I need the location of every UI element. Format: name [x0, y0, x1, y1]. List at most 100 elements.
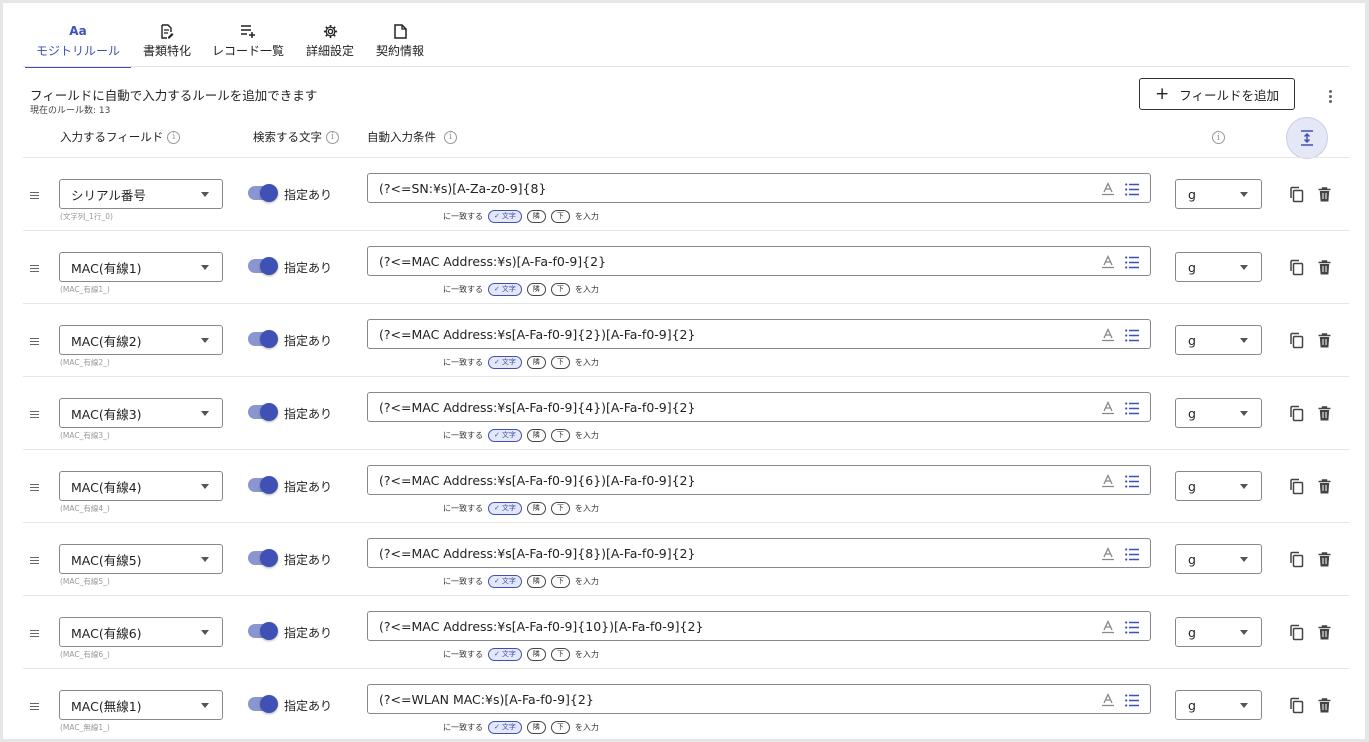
delete-icon[interactable]	[1315, 184, 1333, 204]
chip-below[interactable]: 下	[550, 428, 570, 442]
text-format-icon[interactable]	[1100, 254, 1116, 270]
regex-condition-input[interactable]: (?<=MAC Address:¥s)[A-Fa-f0-9]{2}	[367, 246, 1151, 276]
chip-text[interactable]: ✓ 文字	[488, 574, 522, 588]
text-format-icon[interactable]	[1100, 619, 1116, 635]
drag-handle-icon[interactable]	[30, 703, 39, 710]
drag-handle-icon[interactable]	[30, 411, 39, 418]
flag-select[interactable]: g	[1175, 252, 1262, 282]
chip-adjacent[interactable]: 隣	[526, 355, 546, 369]
search-text-toggle[interactable]	[248, 330, 278, 348]
copy-icon[interactable]	[1287, 695, 1305, 715]
flag-select[interactable]: g	[1175, 471, 1262, 501]
flag-select[interactable]: g	[1175, 544, 1262, 574]
field-select[interactable]: MAC(有線4)	[59, 471, 223, 501]
list-icon[interactable]	[1124, 400, 1140, 416]
field-select[interactable]: MAC(有線1)	[59, 252, 223, 282]
text-format-icon[interactable]	[1100, 473, 1116, 489]
info-icon[interactable]: i	[1212, 131, 1225, 144]
text-format-icon[interactable]	[1100, 181, 1116, 197]
chip-below[interactable]: 下	[550, 209, 570, 223]
chip-adjacent[interactable]: 隣	[526, 720, 546, 734]
drag-handle-icon[interactable]	[30, 338, 39, 345]
chip-below[interactable]: 下	[550, 282, 570, 296]
delete-icon[interactable]	[1315, 549, 1333, 569]
copy-icon[interactable]	[1287, 257, 1305, 277]
chip-below[interactable]: 下	[550, 574, 570, 588]
chip-text[interactable]: ✓ 文字	[488, 647, 522, 661]
chip-below[interactable]: 下	[550, 501, 570, 515]
flag-select[interactable]: g	[1175, 398, 1262, 428]
regex-condition-input[interactable]: (?<=MAC Address:¥s[A-Fa-f0-9]{8})[A-Fa-f…	[367, 538, 1151, 568]
drag-handle-icon[interactable]	[30, 192, 39, 199]
expand-rows-button[interactable]	[1286, 117, 1328, 159]
copy-icon[interactable]	[1287, 549, 1305, 569]
chip-adjacent[interactable]: 隣	[526, 209, 546, 223]
tab-record-list[interactable]: レコード一覧	[211, 23, 285, 67]
field-select[interactable]: シリアル番号	[59, 179, 223, 209]
chip-text[interactable]: ✓ 文字	[488, 720, 522, 734]
regex-condition-input[interactable]: (?<=MAC Address:¥s[A-Fa-f0-9]{4})[A-Fa-f…	[367, 392, 1151, 422]
chip-text[interactable]: ✓ 文字	[488, 282, 522, 296]
text-format-icon[interactable]	[1100, 400, 1116, 416]
drag-handle-icon[interactable]	[30, 265, 39, 272]
field-select[interactable]: MAC(無線1)	[59, 690, 223, 720]
chip-adjacent[interactable]: 隣	[526, 282, 546, 296]
chip-adjacent[interactable]: 隣	[526, 647, 546, 661]
list-icon[interactable]	[1124, 327, 1140, 343]
copy-icon[interactable]	[1287, 403, 1305, 423]
list-icon[interactable]	[1124, 181, 1140, 197]
chip-text[interactable]: ✓ 文字	[488, 209, 522, 223]
copy-icon[interactable]	[1287, 184, 1305, 204]
tab-detail-settings[interactable]: 詳細設定	[305, 23, 355, 67]
list-icon[interactable]	[1124, 619, 1140, 635]
field-select[interactable]: MAC(有線3)	[59, 398, 223, 428]
add-field-button[interactable]: + フィールドを追加	[1139, 78, 1295, 110]
search-text-toggle[interactable]	[248, 622, 278, 640]
chip-adjacent[interactable]: 隣	[526, 428, 546, 442]
tab-mojitori-rules[interactable]: Aa モジトリルール	[25, 23, 131, 67]
chip-text[interactable]: ✓ 文字	[488, 428, 522, 442]
chip-text[interactable]: ✓ 文字	[488, 355, 522, 369]
delete-icon[interactable]	[1315, 476, 1333, 496]
regex-condition-input[interactable]: (?<=MAC Address:¥s[A-Fa-f0-9]{6})[A-Fa-f…	[367, 465, 1151, 495]
search-text-toggle[interactable]	[248, 695, 278, 713]
copy-icon[interactable]	[1287, 476, 1305, 496]
text-format-icon[interactable]	[1100, 546, 1116, 562]
delete-icon[interactable]	[1315, 257, 1333, 277]
regex-condition-input[interactable]: (?<=SN:¥s)[A-Za-z0-9]{8}	[367, 173, 1151, 203]
text-format-icon[interactable]	[1100, 327, 1116, 343]
flag-select[interactable]: g	[1175, 325, 1262, 355]
delete-icon[interactable]	[1315, 403, 1333, 423]
list-icon[interactable]	[1124, 692, 1140, 708]
drag-handle-icon[interactable]	[30, 630, 39, 637]
field-select[interactable]: MAC(有線6)	[59, 617, 223, 647]
field-select[interactable]: MAC(有線5)	[59, 544, 223, 574]
info-icon[interactable]: i	[167, 130, 181, 144]
search-text-toggle[interactable]	[248, 257, 278, 275]
search-text-toggle[interactable]	[248, 403, 278, 421]
chip-adjacent[interactable]: 隣	[526, 574, 546, 588]
info-icon[interactable]: i	[326, 130, 339, 144]
info-icon[interactable]: i	[444, 130, 457, 144]
search-text-toggle[interactable]	[248, 549, 278, 567]
search-text-toggle[interactable]	[248, 476, 278, 494]
search-text-toggle[interactable]	[248, 184, 278, 202]
text-format-icon[interactable]	[1100, 692, 1116, 708]
copy-icon[interactable]	[1287, 622, 1305, 642]
delete-icon[interactable]	[1315, 622, 1333, 642]
list-icon[interactable]	[1124, 546, 1140, 562]
chip-below[interactable]: 下	[550, 720, 570, 734]
chip-text[interactable]: ✓ 文字	[488, 501, 522, 515]
chip-adjacent[interactable]: 隣	[526, 501, 546, 515]
regex-condition-input[interactable]: (?<=MAC Address:¥s[A-Fa-f0-9]{10})[A-Fa-…	[367, 611, 1151, 641]
tab-document-special[interactable]: 書類特化	[137, 23, 197, 67]
drag-handle-icon[interactable]	[30, 557, 39, 564]
delete-icon[interactable]	[1315, 695, 1333, 715]
copy-icon[interactable]	[1287, 330, 1305, 350]
flag-select[interactable]: g	[1175, 690, 1262, 720]
regex-condition-input[interactable]: (?<=MAC Address:¥s[A-Fa-f0-9]{2})[A-Fa-f…	[367, 319, 1151, 349]
flag-select[interactable]: g	[1175, 179, 1262, 209]
more-vert-icon[interactable]	[1321, 87, 1339, 105]
chip-below[interactable]: 下	[550, 647, 570, 661]
list-icon[interactable]	[1124, 473, 1140, 489]
